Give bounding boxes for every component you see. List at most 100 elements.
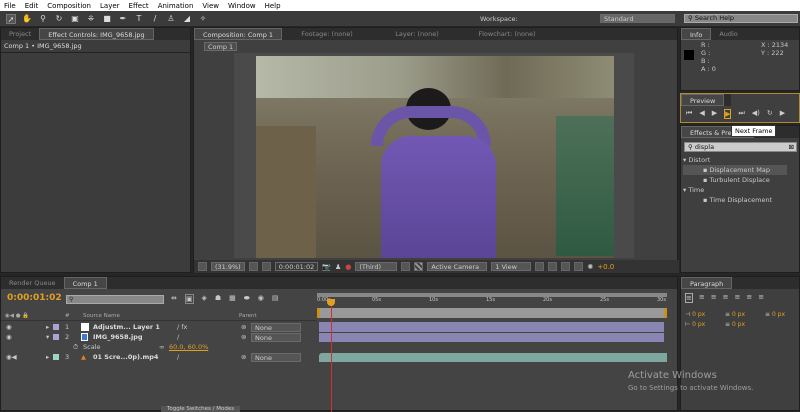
layer-name[interactable]: Adjustm... Layer 1 [93, 323, 160, 331]
eye-audio-icon[interactable]: ◉◀ [6, 353, 17, 361]
effect-time-displacement[interactable]: ▪ Time Displacement [683, 195, 787, 205]
justify-left-icon[interactable]: ≡ [723, 293, 729, 303]
menu-layer[interactable]: Layer [100, 2, 120, 10]
menu-help[interactable]: Help [265, 2, 281, 10]
pan-behind-tool-icon[interactable]: ⁜ [86, 14, 96, 24]
rectangle-tool-icon[interactable]: ■ [102, 14, 112, 24]
menu-view[interactable]: View [202, 2, 219, 10]
constrain-proportions-icon[interactable]: ∞ [159, 343, 164, 351]
grid-icon[interactable] [248, 262, 258, 271]
parent-select[interactable]: None [251, 332, 301, 342]
search-help-input[interactable]: ⚲ Search Help [684, 14, 798, 23]
quality-switch-icon[interactable]: / [177, 333, 179, 341]
timeline-search-input[interactable]: ⚲ [66, 295, 164, 304]
layer-name[interactable]: 01 Scre...0p).mp4 [93, 353, 158, 361]
parent-pickwhip-icon[interactable]: ⊚ [241, 323, 246, 331]
parent-pickwhip-icon[interactable]: ⊚ [241, 333, 246, 341]
toggle-switches-modes-button[interactable]: Toggle Switches / Modes [161, 406, 241, 412]
menu-file[interactable]: File [4, 2, 16, 10]
magnification-select[interactable]: (31.9%) [211, 262, 245, 271]
first-frame-icon[interactable]: ⏮ [686, 109, 692, 119]
resolution-select[interactable]: (Third) [355, 262, 398, 271]
exposure-value[interactable]: +0.0 [597, 263, 614, 271]
tab-preview[interactable]: Preview [681, 94, 725, 106]
time-ruler[interactable]: 0:00s 05s 10s 15s 20s 25s 30s [317, 297, 667, 307]
tab-project[interactable]: Project [1, 28, 39, 40]
region-of-interest-icon[interactable] [401, 262, 411, 271]
composition-mini-flowchart-icon[interactable]: ⇹ [171, 294, 177, 304]
eye-icon[interactable]: ◉ [6, 333, 12, 341]
zoom-tool-icon[interactable]: ⚲ [38, 14, 48, 24]
menu-animation[interactable]: Animation [158, 2, 194, 10]
playhead[interactable] [331, 299, 332, 412]
timeline-timecode[interactable]: 0:00:01:02 [7, 293, 62, 303]
fx-switch-icon[interactable]: / fx [177, 323, 187, 331]
stopwatch-icon[interactable]: ⏱ [73, 343, 78, 352]
effect-displacement-map[interactable]: ▪ Displacement Map [683, 165, 787, 175]
eraser-tool-icon[interactable]: ◢ [182, 14, 192, 24]
scale-property-row[interactable]: ⏱ Scale ∞ 60.0, 60.0% [1, 342, 317, 352]
transparency-grid-icon[interactable] [414, 262, 424, 271]
eye-icon[interactable]: ◉ [6, 323, 12, 331]
align-right-icon[interactable]: ≡ [711, 293, 717, 303]
tab-composition[interactable]: Composition: Comp 1 [194, 28, 283, 40]
next-frame-icon[interactable]: ▶ [724, 109, 732, 119]
layer-bar[interactable] [319, 333, 664, 342]
tab-paragraph[interactable]: Paragraph [681, 277, 733, 289]
collapse-icon[interactable]: ▾ [46, 333, 49, 341]
tab-layer[interactable]: Layer: (none) [372, 28, 462, 40]
comp-breadcrumb[interactable]: Comp 1 [204, 42, 238, 51]
flowchart-icon[interactable] [574, 262, 584, 271]
comp-frame-image[interactable] [256, 56, 614, 258]
menu-composition[interactable]: Composition [47, 2, 91, 10]
hide-shy-icon[interactable]: ☗ [215, 294, 221, 304]
fast-previews-icon[interactable] [548, 262, 558, 271]
brush-tool-icon[interactable]: / [150, 14, 160, 24]
header-source-name[interactable]: Source Name [83, 311, 120, 321]
justify-center-icon[interactable]: ≡ [735, 293, 741, 303]
clear-search-icon[interactable]: ⊠ [789, 143, 794, 151]
hand-tool-icon[interactable]: ✋ [22, 14, 32, 24]
parent-pickwhip-icon[interactable]: ⊚ [241, 353, 246, 361]
justify-right-icon[interactable]: ≡ [746, 293, 752, 303]
camera-view-select[interactable]: Active Camera [427, 262, 488, 271]
justify-all-icon[interactable]: ≡ [758, 293, 764, 303]
effect-turbulent-displace[interactable]: ▪ Turbulent Displace [683, 175, 787, 185]
frame-blending-icon[interactable]: ▦ [229, 294, 236, 304]
tab-info[interactable]: Info [681, 28, 712, 40]
channel-icon[interactable]: ● [345, 263, 351, 271]
puppet-tool-icon[interactable]: ✧ [198, 14, 208, 24]
parent-select[interactable]: None [251, 352, 301, 362]
motion-blur-icon[interactable]: ⬬ [244, 294, 250, 304]
brainstorm-icon[interactable]: ▤ [272, 294, 279, 304]
pen-tool-icon[interactable]: ✒ [118, 14, 128, 24]
expand-icon[interactable]: ▸ [46, 323, 49, 331]
align-left-icon[interactable]: ≡ [685, 293, 693, 303]
loop-icon[interactable]: ↻ [767, 109, 773, 119]
last-frame-icon[interactable]: ⏭ [738, 109, 744, 119]
exposure-icon[interactable]: ✺ [587, 263, 593, 271]
align-center-icon[interactable]: ≡ [699, 293, 705, 303]
work-area-range[interactable] [317, 308, 667, 318]
group-time[interactable]: ▾ Time [683, 185, 787, 195]
header-parent[interactable]: Parent [239, 311, 257, 321]
layer-row[interactable]: ◉◀ ▸ 3 ▲ 01 Scre...0p).mp4 / ⊚ None [1, 352, 317, 362]
label-color[interactable] [53, 324, 59, 330]
layer-bar[interactable] [319, 322, 664, 332]
quality-switch-icon[interactable]: / [177, 353, 179, 361]
audio-icon[interactable]: ◀) [752, 109, 760, 119]
view-layout-select[interactable]: 1 View [491, 262, 532, 271]
selection-tool-icon[interactable]: ➚ [6, 13, 16, 24]
tab-flowchart[interactable]: Flowchart: (none) [462, 28, 552, 40]
workspace-select[interactable]: Standard [600, 14, 675, 23]
label-color[interactable] [53, 354, 59, 360]
layer-bar[interactable] [319, 353, 667, 362]
expand-icon[interactable]: ▸ [46, 353, 49, 361]
tab-effect-controls[interactable]: Effect Controls: IMG_9658.jpg [39, 28, 154, 40]
play-icon[interactable]: ▶ [712, 109, 717, 119]
rotate-tool-icon[interactable]: ↻ [54, 14, 64, 24]
tab-render-queue[interactable]: Render Queue [1, 277, 64, 289]
camera-tool-icon[interactable]: ▣ [70, 14, 80, 24]
current-time-display[interactable]: 0:00:01:02 [274, 262, 319, 271]
always-preview-icon[interactable] [198, 262, 207, 271]
